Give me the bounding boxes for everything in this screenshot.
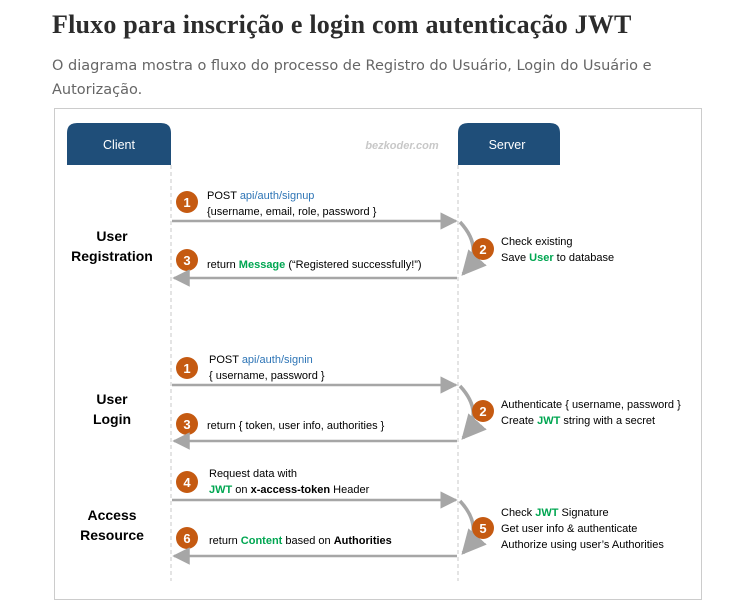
text-part: return <box>209 535 241 547</box>
text-part: Signature <box>558 507 608 519</box>
client-header-label: Client <box>103 138 135 152</box>
server-process-arrow <box>458 499 487 555</box>
section-user-login: User Login <box>93 391 131 427</box>
highlight-jwt: JWT <box>209 484 233 496</box>
text-part: Create <box>501 415 537 427</box>
response-text: return Message (“Registered successfully… <box>207 259 422 271</box>
step-number: 5 <box>479 521 486 536</box>
http-method: POST <box>209 354 242 366</box>
step-number: 2 <box>479 242 486 257</box>
server-step-text: Create JWT string with a secret <box>501 415 655 427</box>
watermark: bezkoder.com <box>365 140 439 152</box>
step-number: 3 <box>183 253 190 268</box>
request-body: { username, password } <box>209 370 325 382</box>
step-number: 6 <box>183 531 190 546</box>
endpoint: api/auth/signin <box>242 354 313 366</box>
section-label-line: User <box>96 391 128 407</box>
section-label-line: User <box>96 228 128 244</box>
text-part: Check <box>501 507 535 519</box>
page-title: Fluxo para inscrição e login com autenti… <box>52 10 632 39</box>
step-number: 2 <box>479 404 486 419</box>
text-part: Save <box>501 252 529 264</box>
section-label-line: Registration <box>71 248 153 264</box>
section-label-line: Access <box>87 507 136 523</box>
highlight-jwt: JWT <box>535 507 559 519</box>
response-text: return Content based on Authorities <box>209 535 392 547</box>
text-part: on <box>232 484 250 496</box>
section-user-registration: User Registration <box>71 228 153 264</box>
step-request-text: POST api/auth/signin <box>209 354 313 366</box>
server-step-text: Authorize using user’s Authorities <box>501 539 664 551</box>
text-part: to database <box>554 252 615 264</box>
response-text: return { token, user info, authorities } <box>207 420 385 432</box>
header-name: x-access-token <box>251 484 331 496</box>
server-header-label: Server <box>489 138 526 152</box>
section-label-line: Login <box>93 411 131 427</box>
text-part: Header <box>330 484 369 496</box>
server-step-text: Check existing <box>501 236 573 248</box>
sequence-diagram-svg: Client Server bezkoder.com User Registra… <box>67 123 681 581</box>
endpoint: api/auth/signup <box>240 190 315 202</box>
step-number: 1 <box>183 361 190 376</box>
server-step-text: Check JWT Signature <box>501 507 609 519</box>
server-step-text: Save User to database <box>501 252 614 264</box>
page-description: O diagrama mostra o fluxo do processo de… <box>52 58 652 98</box>
request-header-text: JWT on x-access-token Header <box>209 484 370 496</box>
step-number: 1 <box>183 195 190 210</box>
server-process-arrow <box>458 384 487 440</box>
highlight-jwt: JWT <box>537 415 561 427</box>
authorities-label: Authorities <box>334 535 392 547</box>
request-text: Request data with <box>209 468 297 480</box>
highlight-user: User <box>529 252 554 264</box>
server-process-arrow <box>458 220 487 276</box>
step-number: 4 <box>183 475 191 490</box>
highlight-message: Message <box>239 259 285 271</box>
http-method: POST <box>207 190 240 202</box>
step-request-text: POST api/auth/signup <box>207 190 314 202</box>
section-access-resource: Access Resource <box>80 507 144 543</box>
step-number: 3 <box>183 417 190 432</box>
text-part: string with a secret <box>560 415 655 427</box>
server-step-text: Get user info & authenticate <box>501 523 637 535</box>
text-part: based on <box>282 535 333 547</box>
highlight-content: Content <box>241 535 283 547</box>
section-label-line: Resource <box>80 527 144 543</box>
request-body: {username, email, role, password } <box>207 206 377 218</box>
server-step-text: Authenticate { username, password } <box>501 399 681 411</box>
text-part: (“Registered successfully!”) <box>285 259 421 271</box>
jwt-flow-diagram: Client Server bezkoder.com User Registra… <box>54 108 702 600</box>
text-part: return <box>207 259 239 271</box>
